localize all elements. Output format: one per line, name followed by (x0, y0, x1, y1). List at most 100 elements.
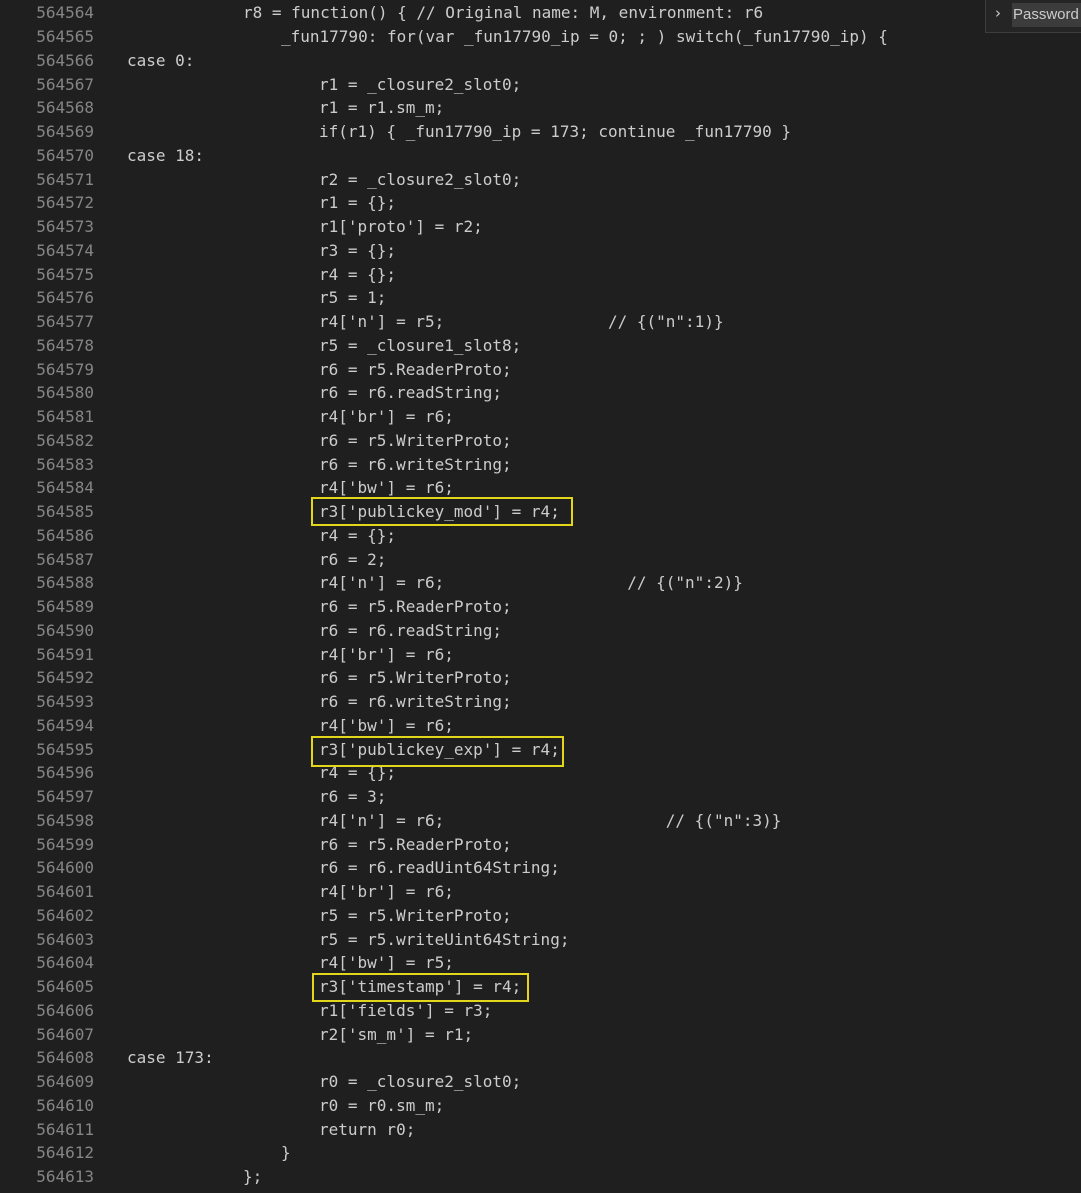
code-line[interactable]: 564608 case 173: (0, 1046, 1081, 1070)
code-line[interactable]: 564569 if(r1) { _fun17790_ip = 173; conti… (0, 120, 1081, 144)
code-line[interactable]: 564572 r1 = {}; (0, 191, 1081, 215)
code-line[interactable]: 564565 _fun17790: for(var _fun17790_ip = … (0, 25, 1081, 49)
code-line[interactable]: 564591 r4['br'] = r6; (0, 643, 1081, 667)
line-text[interactable]: r4 = {}; (319, 761, 396, 785)
code-line[interactable]: 564566 case 0: (0, 49, 1081, 73)
code-line[interactable]: 564604 r4['bw'] = r5; (0, 951, 1081, 975)
code-line[interactable]: 564589 r6 = r5.ReaderProto; (0, 595, 1081, 619)
code-line[interactable]: 564581 r4['br'] = r6; (0, 405, 1081, 429)
line-text[interactable]: case 173: (127, 1046, 214, 1070)
line-text[interactable]: r4['n'] = r6; // {("n":3)} (319, 809, 781, 833)
code-line[interactable]: 564564 r8 = function() { // Original name… (0, 1, 1081, 25)
line-text[interactable]: r3['publickey_mod'] = r4; (319, 500, 560, 524)
code-line[interactable]: 564571 r2 = _closure2_slot0; (0, 168, 1081, 192)
line-text[interactable]: r4 = {}; (319, 263, 396, 287)
code-line[interactable]: 564590 r6 = r6.readString; (0, 619, 1081, 643)
code-line[interactable]: 564597 r6 = 3; (0, 785, 1081, 809)
line-text[interactable]: r6 = 2; (319, 548, 386, 572)
line-text[interactable]: r6 = r6.readString; (319, 381, 502, 405)
code-line[interactable]: 564574 r3 = {}; (0, 239, 1081, 263)
line-text[interactable]: r2['sm_m'] = r1; (319, 1023, 473, 1047)
line-text[interactable]: r4['n'] = r5; // {("n":1)} (319, 310, 724, 334)
code-line[interactable]: 564586 r4 = {}; (0, 524, 1081, 548)
code-line[interactable]: 564606 r1['fields'] = r3; (0, 999, 1081, 1023)
code-line[interactable]: 564583 r6 = r6.writeString; (0, 453, 1081, 477)
line-text[interactable]: r0 = _closure2_slot0; (319, 1070, 521, 1094)
code-line[interactable]: 564588 r4['n'] = r6; // {("n":2)} (0, 571, 1081, 595)
line-text[interactable]: r1 = _closure2_slot0; (319, 73, 521, 97)
code-line[interactable]: 564602 r5 = r5.WriterProto; (0, 904, 1081, 928)
code-line[interactable]: 564575 r4 = {}; (0, 263, 1081, 287)
line-text[interactable]: r6 = r5.WriterProto; (319, 429, 512, 453)
line-text[interactable]: r4['n'] = r6; // {("n":2)} (319, 571, 743, 595)
code-line[interactable]: 564576 r5 = 1; (0, 286, 1081, 310)
code-line[interactable]: 564601 r4['br'] = r6; (0, 880, 1081, 904)
line-text[interactable]: r6 = r6.writeString; (319, 690, 512, 714)
code-line[interactable]: 564609 r0 = _closure2_slot0; (0, 1070, 1081, 1094)
line-text[interactable]: return r0; (319, 1118, 415, 1142)
find-input[interactable]: Password (1012, 3, 1081, 27)
code-line[interactable]: 564595 r3['publickey_exp'] = r4; (0, 738, 1081, 762)
code-line[interactable]: 564612} (0, 1141, 1081, 1165)
code-line[interactable]: 564599 r6 = r5.ReaderProto; (0, 833, 1081, 857)
line-text[interactable]: r4['br'] = r6; (319, 405, 454, 429)
code-line[interactable]: 564584 r4['bw'] = r6; (0, 476, 1081, 500)
code-line[interactable]: 564600 r6 = r6.readUint64String; (0, 856, 1081, 880)
line-text[interactable]: r6 = 3; (319, 785, 386, 809)
line-text[interactable]: _fun17790: for(var _fun17790_ip = 0; ; )… (281, 25, 888, 49)
code-line[interactable]: 564610 r0 = r0.sm_m; (0, 1094, 1081, 1118)
chevron-right-icon[interactable]: › (995, 4, 1001, 22)
code-line[interactable]: 564611 return r0; (0, 1118, 1081, 1142)
code-line[interactable]: 564585 r3['publickey_mod'] = r4; (0, 500, 1081, 524)
line-text[interactable]: r3 = {}; (319, 239, 396, 263)
line-text[interactable]: r2 = _closure2_slot0; (319, 168, 521, 192)
code-line[interactable]: 564578 r5 = _closure1_slot8; (0, 334, 1081, 358)
line-text[interactable]: case 0: (127, 49, 194, 73)
code-line[interactable]: 564607 r2['sm_m'] = r1; (0, 1023, 1081, 1047)
line-text[interactable]: r4['br'] = r6; (319, 880, 454, 904)
code-line[interactable]: 564582 r6 = r5.WriterProto; (0, 429, 1081, 453)
line-text[interactable]: r4['bw'] = r6; (319, 714, 454, 738)
code-line[interactable]: 564592 r6 = r5.WriterProto; (0, 666, 1081, 690)
line-text[interactable]: r0 = r0.sm_m; (319, 1094, 444, 1118)
line-text[interactable]: r5 = 1; (319, 286, 386, 310)
line-text[interactable]: r1 = r1.sm_m; (319, 96, 444, 120)
line-text[interactable]: r6 = r6.writeString; (319, 453, 512, 477)
line-text[interactable]: r4 = {}; (319, 524, 396, 548)
code-line[interactable]: 564613}; (0, 1165, 1081, 1189)
code-line[interactable]: 564568 r1 = r1.sm_m; (0, 96, 1081, 120)
code-line[interactable]: 564596 r4 = {}; (0, 761, 1081, 785)
line-text[interactable]: }; (243, 1165, 262, 1189)
line-text[interactable]: r1['fields'] = r3; (319, 999, 492, 1023)
code-line[interactable]: 564603 r5 = r5.writeUint64String; (0, 928, 1081, 952)
line-text[interactable]: } (281, 1141, 291, 1165)
line-text[interactable]: r6 = r5.ReaderProto; (319, 595, 512, 619)
code-line[interactable]: 564598 r4['n'] = r6; // {("n":3)} (0, 809, 1081, 833)
code-line[interactable]: 564577 r4['n'] = r5; // {("n":1)} (0, 310, 1081, 334)
line-text[interactable]: r1 = {}; (319, 191, 396, 215)
code-line[interactable]: 564567 r1 = _closure2_slot0; (0, 73, 1081, 97)
code-line[interactable]: 564593 r6 = r6.writeString; (0, 690, 1081, 714)
line-text[interactable]: r5 = _closure1_slot8; (319, 334, 521, 358)
line-text[interactable]: r6 = r6.readString; (319, 619, 502, 643)
code-line[interactable]: 564587 r6 = 2; (0, 548, 1081, 572)
code-line[interactable]: 564573 r1['proto'] = r2; (0, 215, 1081, 239)
line-text[interactable]: r6 = r5.ReaderProto; (319, 358, 512, 382)
code-line[interactable]: 564605 r3['timestamp'] = r4; (0, 975, 1081, 999)
line-text[interactable]: r1['proto'] = r2; (319, 215, 483, 239)
code-line[interactable]: 564580 r6 = r6.readString; (0, 381, 1081, 405)
line-text[interactable]: case 18: (127, 144, 204, 168)
line-text[interactable]: r3['publickey_exp'] = r4; (319, 738, 560, 762)
code-line[interactable]: 564570 case 18: (0, 144, 1081, 168)
line-text[interactable]: r6 = r5.ReaderProto; (319, 833, 512, 857)
line-text[interactable]: if(r1) { _fun17790_ip = 173; continue _f… (319, 120, 791, 144)
code-line[interactable]: 564594 r4['bw'] = r6; (0, 714, 1081, 738)
line-text[interactable]: r4['br'] = r6; (319, 643, 454, 667)
line-text[interactable]: r4['bw'] = r5; (319, 951, 454, 975)
code-editor[interactable]: 564564 r8 = function() { // Original name… (0, 0, 1081, 1193)
line-text[interactable]: r5 = r5.WriterProto; (319, 904, 512, 928)
code-line[interactable]: 564579 r6 = r5.ReaderProto; (0, 358, 1081, 382)
line-text[interactable]: r6 = r6.readUint64String; (319, 856, 560, 880)
line-text[interactable]: r5 = r5.writeUint64String; (319, 928, 569, 952)
line-text[interactable]: r6 = r5.WriterProto; (319, 666, 512, 690)
